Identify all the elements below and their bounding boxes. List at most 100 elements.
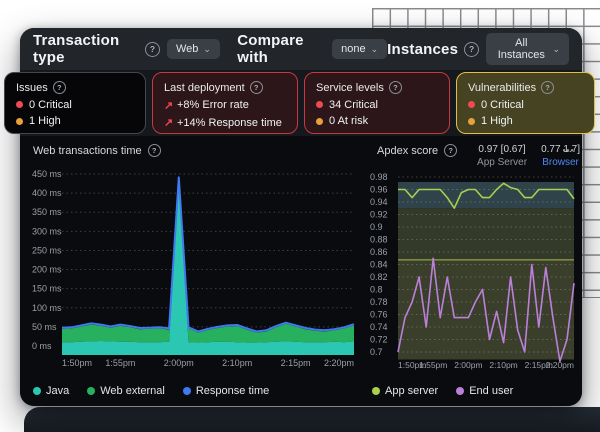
chevron-down-icon: ⌄ <box>552 45 560 54</box>
vulnerabilities-critical-count: 0 Critical <box>481 99 524 111</box>
response-time-series-dot-icon <box>183 387 191 395</box>
svg-text:50 ms: 50 ms <box>32 322 57 332</box>
compare-with-label: Compare with <box>237 32 325 66</box>
chevron-down-icon: ⌄ <box>371 45 379 54</box>
svg-text:0.74: 0.74 <box>370 322 388 332</box>
svg-text:0.7: 0.7 <box>370 347 383 357</box>
svg-text:400 ms: 400 ms <box>32 188 62 198</box>
service-levels-card-title: Service levels <box>316 82 384 94</box>
help-icon[interactable]: ? <box>250 81 263 94</box>
critical-dot-icon <box>468 101 475 108</box>
issues-card[interactable]: Issues ? 0 Critical 1 High <box>4 72 146 134</box>
web-transactions-chart[interactable]: 450 ms 400 ms 350 ms 300 ms 250 ms 200 ms 150 … <box>30 162 360 382</box>
svg-text:300 ms: 300 ms <box>32 226 62 236</box>
compare-with-dropdown[interactable]: none ⌄ <box>332 39 387 59</box>
svg-text:150 ms: 150 ms <box>32 284 62 294</box>
svg-text:0 ms: 0 ms <box>32 341 52 351</box>
critical-dot-icon <box>16 101 23 108</box>
critical-dot-icon <box>316 101 323 108</box>
svg-text:0.84: 0.84 <box>370 260 388 270</box>
svg-text:1:55pm: 1:55pm <box>105 358 135 368</box>
svg-text:2:10pm: 2:10pm <box>222 358 252 368</box>
vulnerabilities-card[interactable]: Vulnerabilities ? 0 Critical 1 High <box>456 72 595 134</box>
svg-text:250 ms: 250 ms <box>32 245 62 255</box>
legend-label: Java <box>46 385 69 397</box>
svg-text:0.88: 0.88 <box>370 235 388 245</box>
legend-label: Response time <box>196 385 269 397</box>
legend-item-response-time[interactable]: Response time <box>183 385 269 397</box>
help-icon[interactable]: ? <box>148 144 161 157</box>
svg-text:100 ms: 100 ms <box>32 303 62 313</box>
chart-title-text: Web transactions time <box>33 145 142 157</box>
svg-text:2:00pm: 2:00pm <box>164 358 194 368</box>
last-deployment-card[interactable]: Last deployment ? ↗ +8% Error rate ↗ +14… <box>152 72 298 134</box>
legend-item-web-external[interactable]: Web external <box>87 385 165 397</box>
svg-text:2:15pm: 2:15pm <box>281 358 311 368</box>
chevron-down-icon: ⌄ <box>203 45 211 54</box>
svg-text:0.72: 0.72 <box>370 335 388 345</box>
transaction-type-dropdown[interactable]: Web ⌄ <box>167 39 220 59</box>
app-server-score: 0.97 [0.67] <box>477 144 527 155</box>
end-user-series-dot-icon <box>456 387 464 395</box>
at-risk-dot-icon <box>316 118 323 125</box>
vulnerabilities-card-title: Vulnerabilities <box>468 82 536 94</box>
help-icon[interactable]: ? <box>464 42 479 57</box>
last-deployment-card-title: Last deployment <box>164 82 245 94</box>
issues-card-title: Issues <box>16 82 48 94</box>
help-icon[interactable]: ? <box>541 81 554 94</box>
svg-text:0.76: 0.76 <box>370 310 388 320</box>
help-icon[interactable]: ? <box>389 81 402 94</box>
apdex-legend: App server End user <box>372 385 513 397</box>
more-options-icon[interactable]: ⋯ <box>562 143 575 157</box>
service-levels-critical-count: 34 Critical <box>329 99 378 111</box>
trend-up-icon: ↗ <box>164 99 177 112</box>
svg-text:2:10pm: 2:10pm <box>489 360 517 370</box>
svg-text:2:20pm: 2:20pm <box>324 358 354 368</box>
legend-item-java[interactable]: Java <box>33 385 69 397</box>
response-time-change: +14% Response time <box>177 117 282 129</box>
legend-label: App server <box>385 385 438 397</box>
transaction-type-label: Transaction type <box>33 32 139 66</box>
background-panel-strip <box>24 407 600 432</box>
svg-text:200 ms: 200 ms <box>32 265 62 275</box>
app-server-series-dot-icon <box>372 387 380 395</box>
svg-text:2:20pm: 2:20pm <box>546 360 574 370</box>
chart-title-text: Apdex score <box>377 145 438 157</box>
error-rate-change: +8% Error rate <box>177 99 249 111</box>
svg-text:450 ms: 450 ms <box>32 169 62 179</box>
help-icon[interactable]: ? <box>53 81 66 94</box>
legend-label: Web external <box>100 385 165 397</box>
service-levels-at-risk-count: 0 At risk <box>329 115 368 127</box>
filter-bar: Transaction type ? Web ⌄ Compare with no… <box>20 28 582 70</box>
service-levels-card[interactable]: Service levels ? 34 Critical 0 At risk <box>304 72 450 134</box>
high-dot-icon <box>468 118 475 125</box>
vulnerabilities-high-count: 1 High <box>481 115 513 127</box>
svg-text:0.92: 0.92 <box>370 210 388 220</box>
apdex-score-chart[interactable]: 0.980.960.940.920.90.880.860.840.820.80.… <box>368 162 580 382</box>
web-transactions-chart-title: Web transactions time ? <box>33 144 161 157</box>
svg-text:0.96: 0.96 <box>370 185 388 195</box>
svg-text:350 ms: 350 ms <box>32 207 62 217</box>
help-icon[interactable]: ? <box>145 42 160 57</box>
svg-text:0.86: 0.86 <box>370 247 388 257</box>
compare-with-value: none <box>341 43 365 55</box>
svg-text:1:50pm: 1:50pm <box>62 358 92 368</box>
high-dot-icon <box>16 118 23 125</box>
java-series-dot-icon <box>33 387 41 395</box>
svg-text:0.98: 0.98 <box>370 172 388 182</box>
web-transactions-legend: Java Web external Response time <box>33 385 269 397</box>
svg-text:1:55pm: 1:55pm <box>419 360 447 370</box>
web-external-series-dot-icon <box>87 387 95 395</box>
legend-item-end-user[interactable]: End user <box>456 385 513 397</box>
issues-high-count: 1 High <box>29 115 61 127</box>
dashboard-page: Transaction type ? Web ⌄ Compare with no… <box>0 0 600 432</box>
svg-text:2:00pm: 2:00pm <box>454 360 482 370</box>
instances-dropdown[interactable]: All Instances ⌄ <box>486 33 569 65</box>
svg-text:0.8: 0.8 <box>370 285 383 295</box>
legend-item-app-server[interactable]: App server <box>372 385 438 397</box>
svg-text:0.94: 0.94 <box>370 197 388 207</box>
svg-text:0.82: 0.82 <box>370 272 388 282</box>
transaction-type-value: Web <box>176 43 198 55</box>
legend-label: End user <box>469 385 513 397</box>
instances-value: All Instances <box>495 37 547 61</box>
